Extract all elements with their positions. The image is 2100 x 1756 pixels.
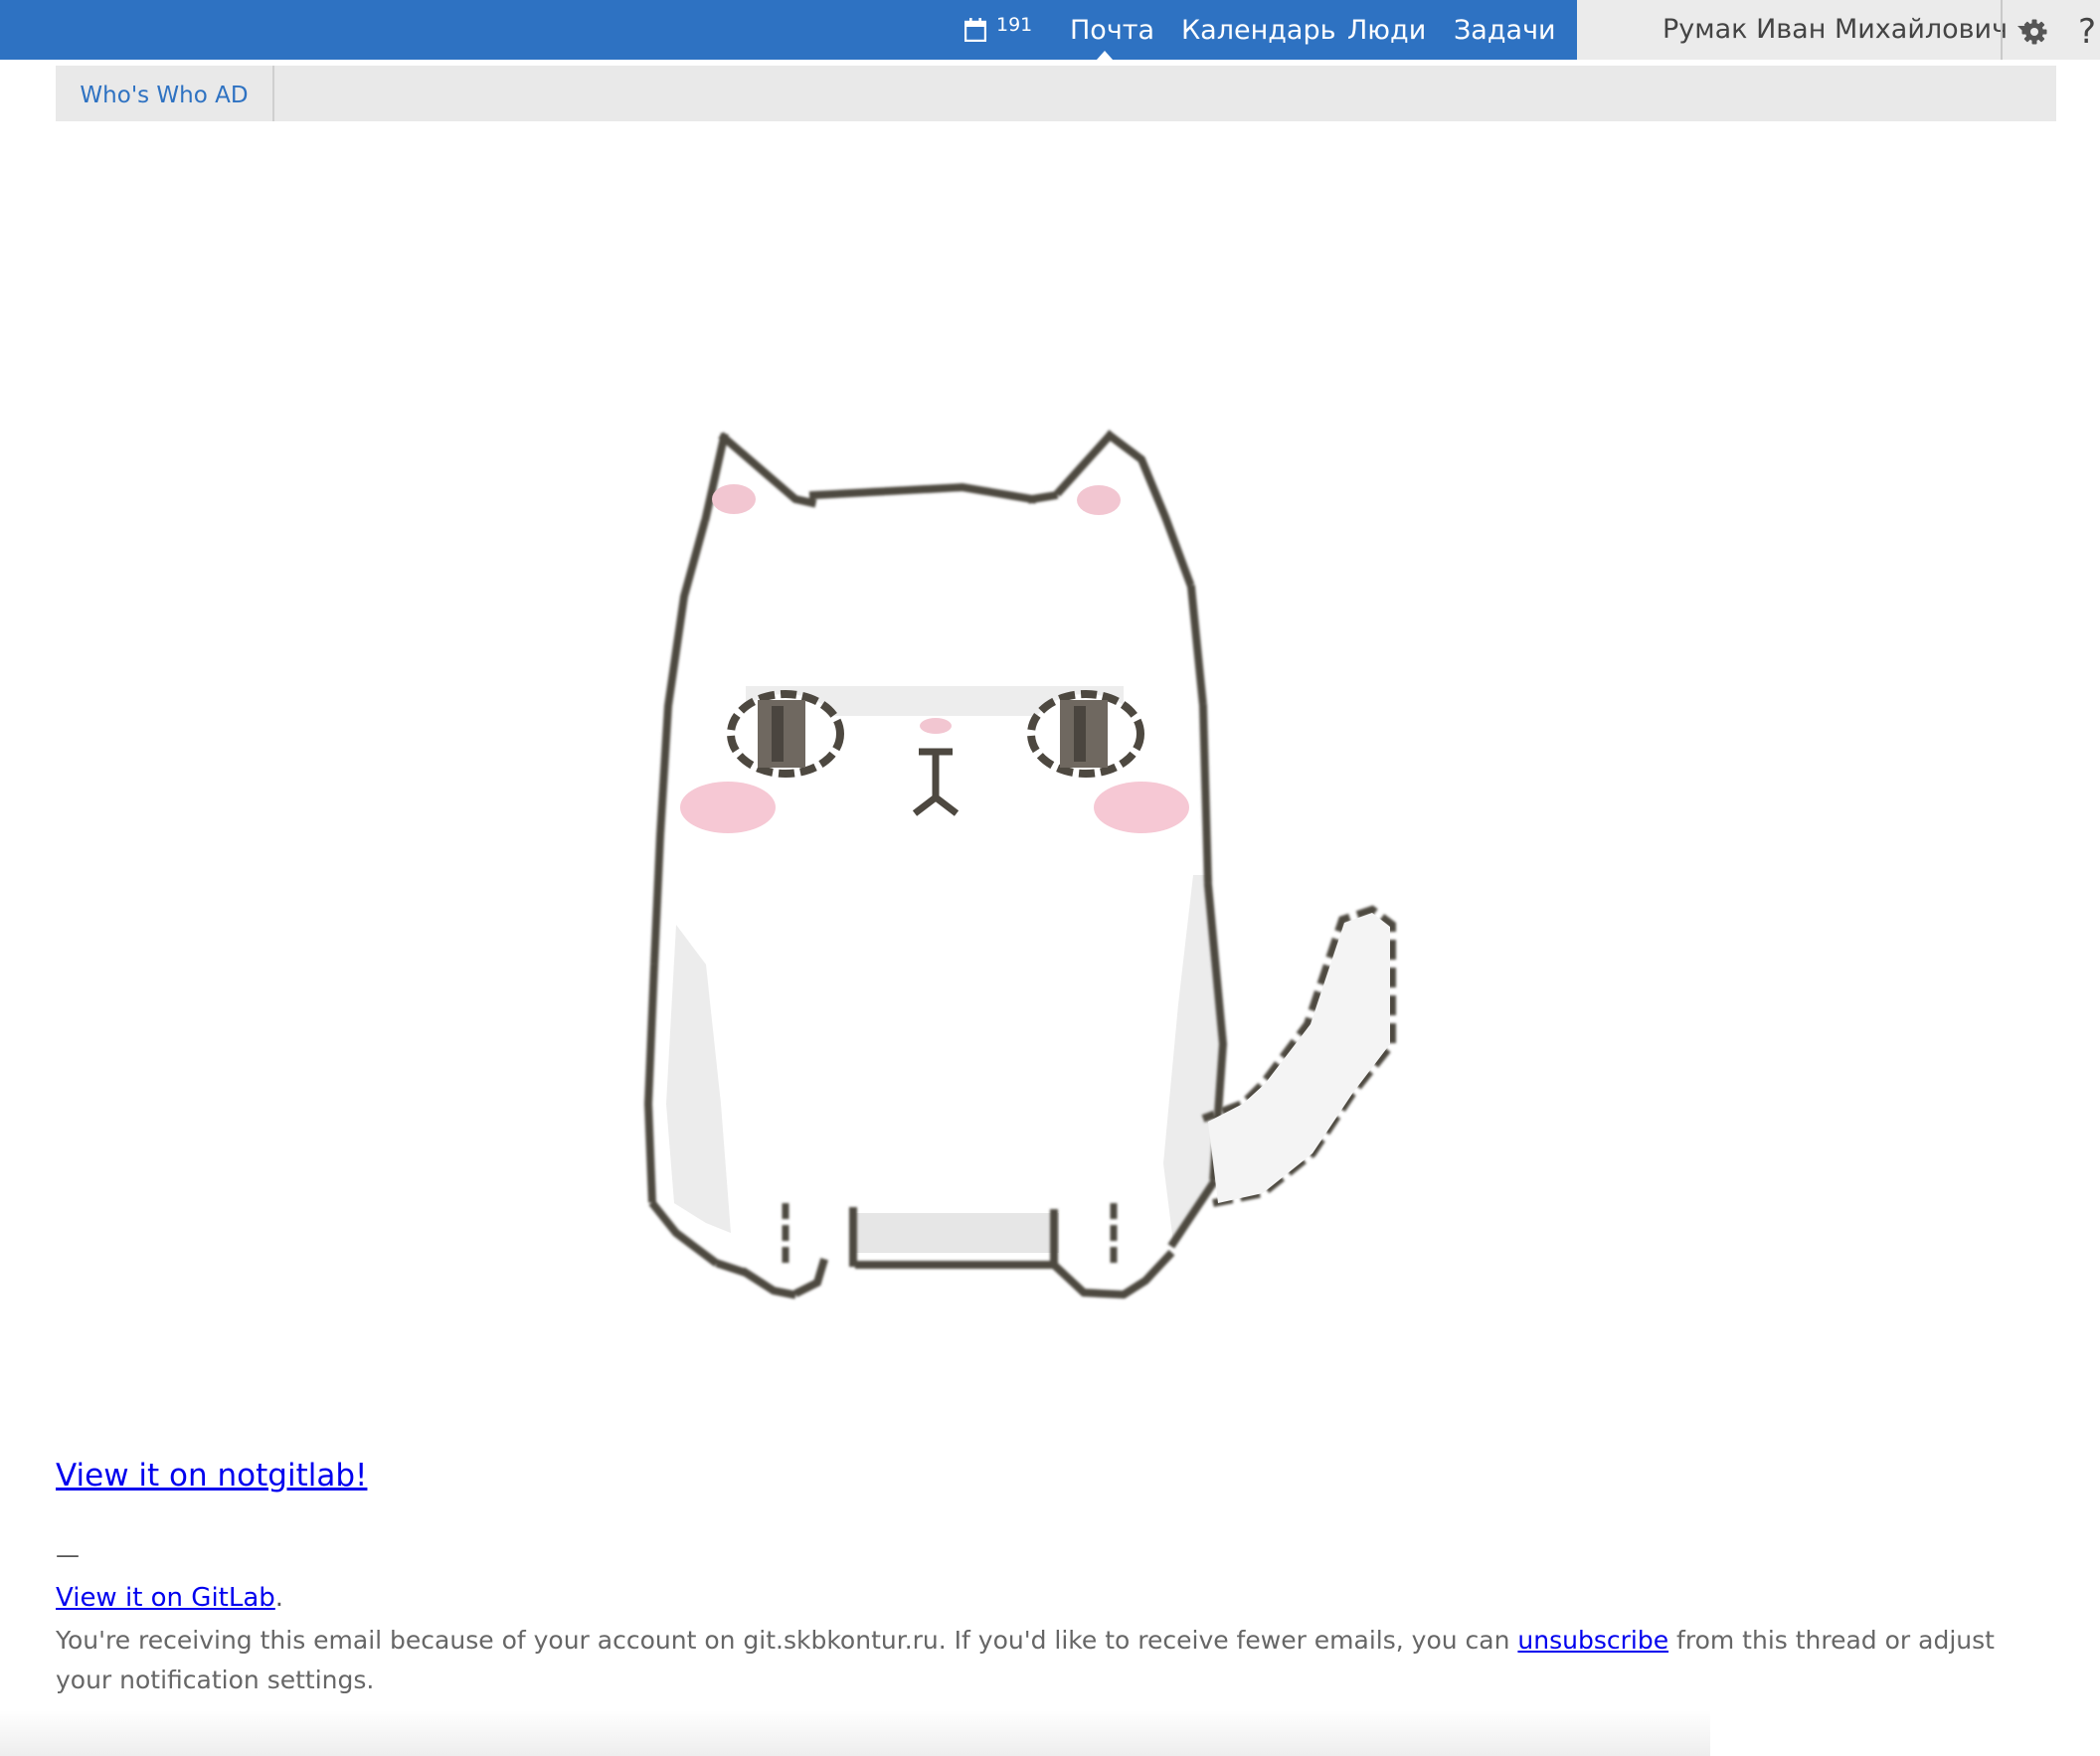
nav-calendar[interactable]: Календарь xyxy=(1181,0,1336,60)
separator-dash: — xyxy=(56,1541,80,1569)
footer-text-before: You're receiving this email because of y… xyxy=(56,1626,1518,1655)
calendar-icon xyxy=(964,18,986,42)
calendar-notification[interactable]: 191 xyxy=(964,14,1033,44)
cat-image xyxy=(643,430,1396,1300)
nav-tasks[interactable]: Задачи xyxy=(1454,0,1556,60)
bottom-shadow xyxy=(0,1710,1710,1756)
unsubscribe-link[interactable]: unsubscribe xyxy=(1517,1626,1668,1655)
nav-people[interactable]: Люди xyxy=(1347,0,1426,60)
whos-who-ad-link[interactable]: Who's Who AD xyxy=(56,66,274,121)
calendar-count: 191 xyxy=(996,14,1033,36)
view-on-gitlab-line: View it on GitLab. xyxy=(56,1581,283,1615)
gear-icon[interactable] xyxy=(2020,18,2048,46)
cat-body xyxy=(664,434,1225,1273)
view-on-notgitlab-link[interactable]: View it on notgitlab! xyxy=(56,1458,367,1493)
divider xyxy=(2001,0,2003,60)
user-menu[interactable]: Румак Иван Михайлович xyxy=(1662,0,2036,60)
active-nav-indicator xyxy=(1097,51,1113,60)
period-text: . xyxy=(274,1583,284,1613)
user-name: Румак Иван Михайлович xyxy=(1662,14,2009,45)
top-navigation-bar: 191 Почта Календарь Люди Задачи Румак Ив… xyxy=(0,0,2100,60)
help-button[interactable]: ? xyxy=(2078,10,2096,54)
sub-toolbar: Who's Who AD xyxy=(56,66,2056,121)
notification-footer: You're receiving this email because of y… xyxy=(56,1621,2044,1700)
view-on-gitlab-link[interactable]: View it on GitLab xyxy=(56,1583,275,1613)
nav-bar-blue-section xyxy=(0,0,1577,60)
